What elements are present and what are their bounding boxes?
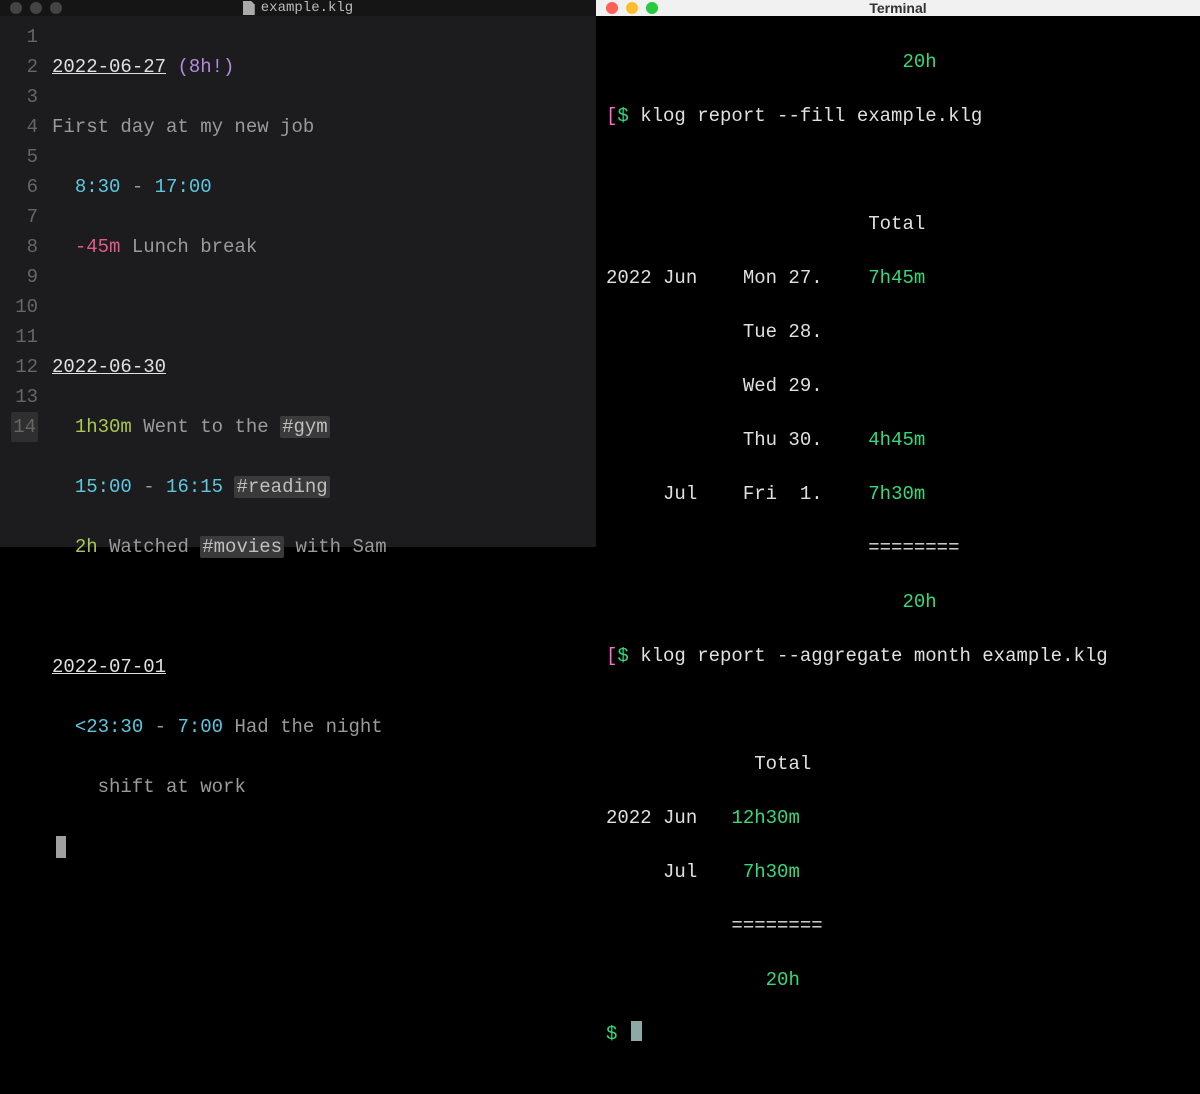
- term-prompt-line[interactable]: [$ klog report --fill example.klg: [606, 103, 1190, 130]
- close-icon[interactable]: [606, 2, 618, 14]
- code-line[interactable]: [52, 292, 596, 322]
- minimize-icon[interactable]: [626, 2, 638, 14]
- term-line: Wed 29.: [606, 373, 1190, 400]
- editor-body[interactable]: 1234567 8910111213 14 2022-06-27 (8h!) F…: [0, 16, 596, 922]
- term-prompt-line[interactable]: $: [606, 1021, 1190, 1048]
- code-line[interactable]: 8:30 - 17:00: [52, 172, 596, 202]
- term-line: [606, 697, 1190, 724]
- filename: example.klg: [261, 0, 353, 16]
- code-line[interactable]: First day at my new job: [52, 112, 596, 142]
- code-line[interactable]: [52, 832, 596, 862]
- close-icon[interactable]: [10, 2, 22, 14]
- code-line[interactable]: 2022-06-27 (8h!): [52, 52, 596, 82]
- code-line[interactable]: 2022-07-01: [52, 652, 596, 682]
- terminal-body[interactable]: 20h [$ klog report --fill example.klg To…: [596, 16, 1200, 1094]
- term-line: Thu 30. 4h45m: [606, 427, 1190, 454]
- term-line: [606, 157, 1190, 184]
- code-line[interactable]: [52, 592, 596, 622]
- code-line[interactable]: <23:30 - 7:00 Had the night: [52, 712, 596, 742]
- editor-pane: example.klg 1234567 8910111213 14 2022-0…: [0, 0, 596, 547]
- term-line: Jul 7h30m: [606, 859, 1190, 886]
- terminal-titlebar: Terminal: [596, 0, 1200, 16]
- term-line: 2022 Jun Mon 27. 7h45m: [606, 265, 1190, 292]
- terminal-pane: Terminal 20h [$ klog report --fill examp…: [596, 0, 1200, 547]
- minimize-icon[interactable]: [30, 2, 42, 14]
- term-line: ========: [606, 535, 1190, 562]
- code-area[interactable]: 2022-06-27 (8h!) First day at my new job…: [52, 22, 596, 922]
- window-controls: [606, 2, 658, 14]
- term-line: 2022 Jun 12h30m: [606, 805, 1190, 832]
- terminal-title: Terminal: [869, 0, 926, 16]
- term-line: ========: [606, 913, 1190, 940]
- file-icon: [243, 1, 255, 15]
- line-gutter: 1234567 8910111213 14: [0, 22, 52, 922]
- zoom-icon[interactable]: [50, 2, 62, 14]
- term-line: Jul Fri 1. 7h30m: [606, 481, 1190, 508]
- code-line[interactable]: 2022-06-30: [52, 352, 596, 382]
- term-line: Total: [606, 211, 1190, 238]
- code-line[interactable]: -45m Lunch break: [52, 232, 596, 262]
- code-line[interactable]: 1h30m Went to the #gym: [52, 412, 596, 442]
- code-line[interactable]: 2h Watched #movies with Sam: [52, 532, 596, 562]
- zoom-icon[interactable]: [646, 2, 658, 14]
- term-line: 20h: [606, 49, 1190, 76]
- term-line: Tue 28.: [606, 319, 1190, 346]
- code-line[interactable]: shift at work: [52, 772, 596, 802]
- term-prompt-line[interactable]: [$ klog report --aggregate month example…: [606, 643, 1190, 670]
- cursor-icon: [56, 836, 66, 858]
- term-line: Total: [606, 751, 1190, 778]
- term-line: 20h: [606, 967, 1190, 994]
- code-line[interactable]: 15:00 - 16:15 #reading: [52, 472, 596, 502]
- window-controls: [10, 2, 62, 14]
- term-line: 20h: [606, 589, 1190, 616]
- cursor-icon: [631, 1021, 642, 1041]
- editor-titlebar: example.klg: [0, 0, 596, 16]
